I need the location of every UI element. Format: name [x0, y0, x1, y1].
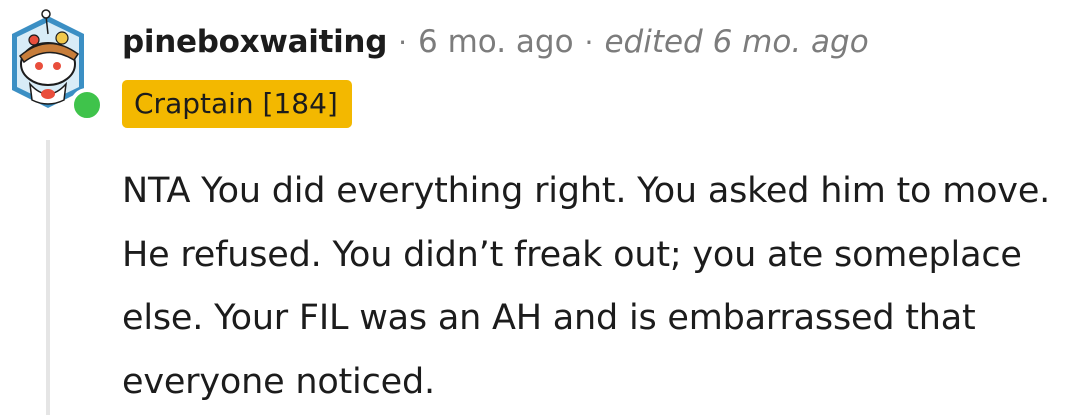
comment: pineboxwaiting · 6 mo. ago · edited 6 mo…	[0, 0, 1090, 415]
meta-separator: ·	[398, 25, 407, 59]
comment-meta: pineboxwaiting · 6 mo. ago · edited 6 mo…	[122, 20, 869, 64]
edited-label: edited 6 mo. ago	[604, 24, 869, 60]
meta-separator: ·	[584, 25, 594, 59]
thread-collapse-line[interactable]	[46, 140, 50, 415]
online-status-indicator	[70, 88, 104, 122]
user-avatar[interactable]	[6, 4, 104, 122]
user-flair: Craptain [184]	[122, 80, 352, 128]
comment-timestamp[interactable]: 6 mo. ago	[418, 24, 574, 60]
comment-body: NTA You did everything right. You asked …	[122, 171, 1051, 402]
username-link[interactable]: pineboxwaiting	[122, 24, 387, 60]
